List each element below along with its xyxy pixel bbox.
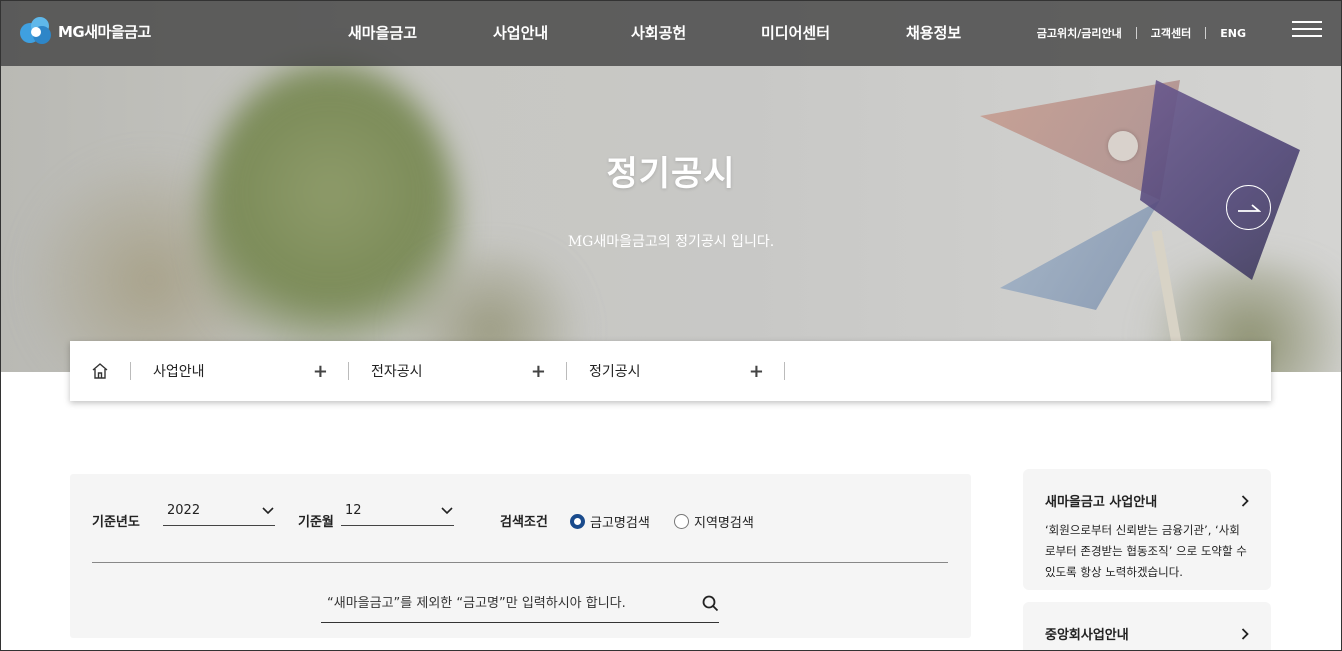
chevron-right-icon (1241, 627, 1249, 640)
nav-item-business[interactable]: 사업안내 (493, 22, 548, 43)
breadcrumb-label: 전자공시 (371, 364, 423, 380)
search-button[interactable] (702, 595, 719, 612)
breadcrumb-label: 사업안내 (153, 364, 205, 380)
month-label: 기준월 (298, 515, 334, 530)
page-subtitle: MG새마을금고의 정기공시 입니다. (567, 234, 775, 250)
global-header: MG새마을금고 새마을금고 사업안내 사회공헌 미디어센터 채용정보 금고위치/… (0, 0, 1342, 66)
plus-icon: + (748, 360, 764, 382)
radio-unchecked-icon (674, 514, 689, 529)
nav-item-recruit[interactable]: 채용정보 (906, 22, 961, 43)
util-customer-center[interactable]: 고객센터 (1151, 25, 1191, 41)
search-field (321, 585, 719, 623)
search-input[interactable] (327, 596, 687, 611)
page-title: 정기공시 (606, 154, 736, 194)
side-card-central[interactable]: 중앙회사업안내 (1023, 602, 1271, 651)
year-label: 기준년도 (92, 515, 140, 530)
menu-icon[interactable] (1292, 21, 1322, 39)
logo[interactable]: MG새마을금고 (18, 15, 151, 47)
radio-label: 지역명검색 (694, 516, 754, 531)
condition-label: 검색조건 (500, 515, 548, 530)
breadcrumb-item-disclosure[interactable]: 전자공시 + (349, 341, 566, 401)
radio-name-search[interactable]: 금고명검색 (570, 512, 650, 531)
arrow-right-icon (1237, 203, 1261, 212)
nav-item-social[interactable]: 사회공헌 (631, 22, 686, 43)
month-select[interactable]: 12 (341, 496, 454, 526)
radio-region-search[interactable]: 지역명검색 (674, 512, 754, 531)
card-title: 새마을금고 사업안내 (1045, 495, 1158, 510)
home-button[interactable] (70, 341, 130, 401)
radio-label: 금고명검색 (590, 516, 650, 531)
mg-logo-icon (20, 17, 51, 44)
year-select[interactable]: 2022 (163, 496, 275, 526)
search-panel: 기준년도 2022 기준월 12 검색조건 금고명검색 지역명검색 (70, 474, 971, 638)
plus-icon: + (312, 360, 328, 382)
month-value: 12 (345, 503, 362, 518)
divider (92, 562, 948, 563)
breadcrumb-item-regular[interactable]: 정기공시 + (567, 341, 784, 401)
search-icon (702, 595, 719, 612)
chevron-down-icon (262, 506, 274, 514)
chevron-down-icon (441, 506, 453, 514)
nav-item-media[interactable]: 미디어센터 (761, 22, 830, 43)
utility-links: 금고위치/금리안내 고객센터 ENG (1037, 25, 1246, 41)
breadcrumb: 사업안내 + 전자공시 + 정기공시 + (70, 341, 1271, 401)
plus-icon: + (530, 360, 546, 382)
year-value: 2022 (167, 503, 201, 518)
util-location-rate[interactable]: 금고위치/금리안내 (1037, 25, 1122, 41)
hero-next-button[interactable] (1226, 185, 1271, 230)
card-description: ‘회원으로부터 신뢰받는 금융기관’, ‘사회로부터 존경받는 협동조직’ 으로… (1045, 523, 1247, 579)
nav-item-saemaeul[interactable]: 새마을금고 (348, 22, 417, 43)
logo-text: MG새마을금고 (58, 22, 151, 41)
breadcrumb-item-business[interactable]: 사업안내 + (131, 341, 348, 401)
breadcrumb-label: 정기공시 (589, 364, 641, 380)
radio-checked-icon (570, 514, 585, 529)
card-title: 중앙회사업안내 (1045, 628, 1129, 643)
chevron-right-icon (1241, 494, 1249, 507)
side-card-business[interactable]: 새마을금고 사업안내 ‘회원으로부터 신뢰받는 금융기관’, ‘사회로부터 존경… (1023, 469, 1271, 590)
home-icon (92, 363, 108, 379)
util-english[interactable]: ENG (1220, 27, 1246, 40)
